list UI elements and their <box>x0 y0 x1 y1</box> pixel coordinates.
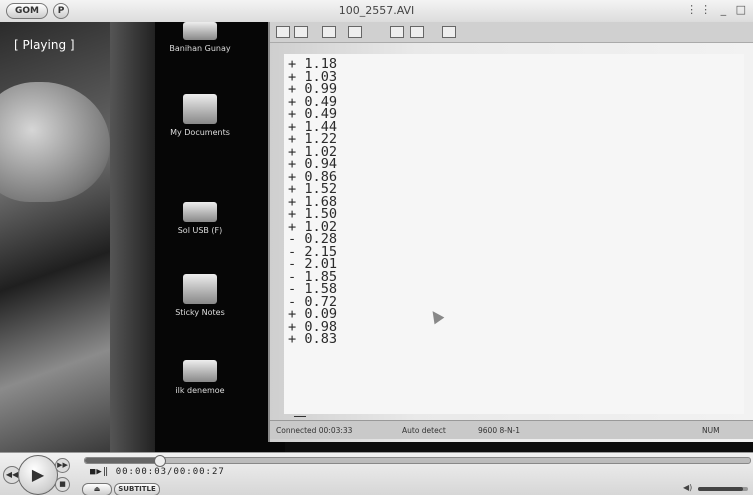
stop-button[interactable]: ■ <box>55 477 70 492</box>
new-file-icon <box>276 26 290 38</box>
desktop-icon-label: ilk denemoe <box>175 386 225 395</box>
next-button[interactable]: ▶▶ <box>55 458 70 473</box>
player-controls: ◀◀ ▶ ▶▶ ■ ■▶‖ 00:00:03/00:00:27 ⏏ SUBTIT… <box>0 452 753 495</box>
connection-status: Connected 00:03:33 <box>276 426 353 435</box>
user-folder-icon <box>183 22 217 40</box>
volume-level <box>698 487 743 491</box>
seek-bar[interactable] <box>84 455 751 467</box>
playback-status-overlay: [ Playing ] <box>14 38 75 52</box>
text-cursor <box>294 416 306 417</box>
desktop-icon-label: Sol USB (F) <box>177 226 223 235</box>
connect-icon <box>322 26 336 38</box>
usb-drive-icon <box>183 202 217 222</box>
terminal-toolbar <box>270 22 753 43</box>
properties-icon <box>442 26 456 38</box>
title-bar[interactable]: GOM P 100_2557.AVI ⋮⋮ _ □ <box>0 0 753 23</box>
serial-terminal-window: + 1.18 + 1.03 + 0.99 + 0.49 + 0.49 + 1.44 + 1.… <box>268 22 753 442</box>
disconnect-icon <box>348 26 362 38</box>
open-folder-icon <box>294 26 308 38</box>
num-lock-indicator: NUM <box>702 426 720 435</box>
video-display[interactable]: Banihan Gunay My Documents Sol USB (F) S… <box>0 22 753 452</box>
media-player-window: GOM P 100_2557.AVI ⋮⋮ _ □ Banihan Gunay … <box>0 0 753 495</box>
time-display: ■▶‖ 00:00:03/00:00:27 <box>90 467 225 477</box>
subtitle-button[interactable]: SUBTITLE <box>114 483 160 495</box>
port-settings: 9600 8-N-1 <box>478 426 521 435</box>
reading-line: + 0.83 <box>288 331 338 347</box>
window-controls[interactable]: ⋮⋮ _ □ <box>686 3 749 16</box>
desktop-area: Banihan Gunay My Documents Sol USB (F) S… <box>155 22 285 452</box>
desktop-icon-label: Banihan Gunay <box>169 44 231 53</box>
send-icon <box>390 26 404 38</box>
video-background <box>0 22 170 452</box>
window-title: 100_2557.AVI <box>338 4 415 17</box>
readings-list: + 1.18 + 1.03 + 0.99 + 0.49 + 0.49 + 1.44 + 1.… <box>288 57 338 347</box>
desktop-icon: Sticky Notes <box>165 274 235 318</box>
volume-slider[interactable] <box>698 487 748 491</box>
detect-status: Auto detect <box>402 426 446 435</box>
volume-icon[interactable]: ◀) <box>683 483 692 492</box>
terminal-status-bar: Connected 00:03:33 Auto detect 9600 8-N-… <box>270 420 753 439</box>
desktop-icon: ilk denemoe <box>165 360 235 396</box>
seek-bar-progress <box>85 458 159 463</box>
desktop-icon: Banihan Gunay <box>165 22 235 54</box>
sticky-notes-icon <box>183 274 217 304</box>
play-button[interactable]: ▶ <box>18 455 58 495</box>
desktop-icon: My Documents <box>165 94 235 138</box>
receive-icon <box>410 26 424 38</box>
open-file-button[interactable]: ⏏ <box>82 483 112 495</box>
playback-state-icons: ■▶‖ <box>90 467 110 477</box>
time-readout: 00:00:03/00:00:27 <box>115 467 225 477</box>
desktop-icon: Sol USB (F) <box>165 202 235 236</box>
documents-icon <box>183 94 217 124</box>
seek-thumb[interactable] <box>153 455 166 467</box>
hand-shape <box>0 82 110 202</box>
desktop-icon-label: Sticky Notes <box>175 308 225 317</box>
file-icon <box>183 360 217 382</box>
desktop-icon-label: My Documents <box>170 128 230 137</box>
terminal-output-area <box>284 54 744 414</box>
